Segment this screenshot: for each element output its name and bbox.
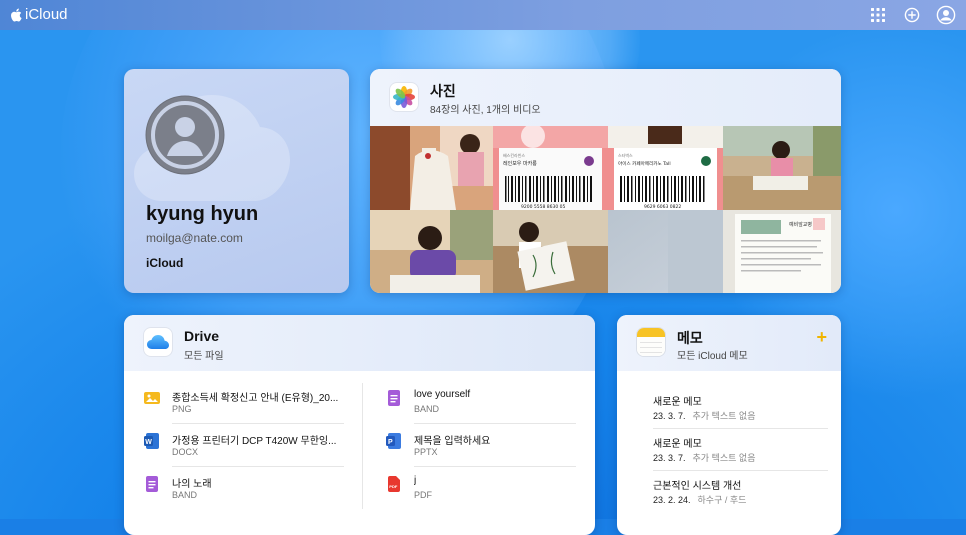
file-type: PPTX <box>414 447 438 457</box>
brand-label: iCloud <box>25 6 68 23</box>
column-divider <box>362 383 363 509</box>
file-row[interactable]: PDF j PDF <box>386 467 576 510</box>
photo-thumbnail[interactable] <box>723 126 841 210</box>
notes-subtitle: 모든 iCloud 메모 <box>677 351 748 362</box>
coupon-item: 레인보우 마카롱 <box>503 160 537 167</box>
note-title: 근본적인 시스템 개선 <box>653 481 742 492</box>
photos-title: 사진 <box>430 83 456 99</box>
photo-thumbnail[interactable]: 예비앞교병 <box>723 210 841 293</box>
file-type: PNG <box>172 404 192 414</box>
svg-text:P: P <box>388 439 393 446</box>
top-bar: iCloud <box>0 0 966 30</box>
file-row[interactable]: 종합소득세 확정신고 안내 (E유형)_20... PNG <box>144 381 344 424</box>
notes-header: 메모 모든 iCloud 메모 + <box>617 315 841 371</box>
drive-title: Drive <box>184 328 220 344</box>
image-file-icon <box>144 392 160 404</box>
photos-card[interactable]: 사진 84장의 사진, 1개의 비디오 배스킨라빈스 레인보우 마카롱 9200… <box>370 69 841 293</box>
apple-logo-icon <box>11 8 22 21</box>
powerpoint-file-icon: P <box>386 433 401 449</box>
photo-grid: 배스킨라빈스 레인보우 마카롱 9200 5558 8630 05 스타벅스 아… <box>370 126 841 293</box>
document-title: 예비앞교병 <box>789 221 812 228</box>
word-file-icon: W <box>144 433 159 449</box>
photos-header: 사진 84장의 사진, 1개의 비디오 <box>370 69 841 126</box>
icloud-home-link[interactable]: iCloud <box>10 6 68 23</box>
photo-thumbnail[interactable] <box>608 210 723 293</box>
svg-text:PDF: PDF <box>389 484 398 489</box>
note-preview: 추가 텍스트 없음 <box>692 411 756 421</box>
avatar <box>145 95 225 175</box>
file-name: love yourself <box>414 389 471 400</box>
drive-subtitle: 모든 파일 <box>184 351 224 362</box>
photos-app-icon <box>390 83 418 111</box>
file-row[interactable]: 나의 노래 BAND <box>144 467 344 510</box>
note-date: 23. 3. 7. <box>653 411 686 421</box>
note-item[interactable]: 새로운 메모 23. 3. 7. 추가 텍스트 없음 <box>653 429 828 471</box>
add-circle-icon[interactable] <box>902 5 922 25</box>
photo-thumbnail[interactable]: 스타벅스 아이스 카페아메리카노 Tall 9629 6063 0822 <box>608 126 723 210</box>
new-note-button[interactable]: + <box>816 327 827 348</box>
photo-thumbnail[interactable] <box>493 210 608 293</box>
note-date: 23. 3. 7. <box>653 453 686 463</box>
notes-title: 메모 <box>677 330 703 346</box>
drive-card[interactable]: Drive 모든 파일 종합소득세 확정신고 안내 (E유형)_20... PN… <box>124 315 595 535</box>
account-name: kyung hyun <box>146 203 259 225</box>
note-preview: 추가 텍스트 없음 <box>692 453 756 463</box>
file-type: DOCX <box>172 447 199 457</box>
svg-text:W: W <box>145 439 152 446</box>
photo-thumbnail[interactable] <box>370 126 493 210</box>
file-type: BAND <box>172 490 198 500</box>
file-name: 나의 노래 <box>172 479 212 490</box>
photo-thumbnail[interactable] <box>370 210 493 293</box>
coupon-brand: 배스킨라빈스 <box>503 152 525 158</box>
icloud-drive-icon <box>144 328 172 356</box>
coupon-item: 아이스 카페아메리카노 Tall <box>618 160 671 167</box>
coupon-brand: 스타벅스 <box>618 152 633 158</box>
account-service-label: iCloud <box>146 256 184 270</box>
note-date: 23. 2. 24. <box>653 495 691 505</box>
file-type: BAND <box>414 404 440 414</box>
file-row[interactable]: P 제목을 입력하세요 PPTX <box>386 424 576 467</box>
note-item[interactable]: 근본적인 시스템 개선 23. 2. 24. 하수구 / 후드 <box>653 471 828 513</box>
band-file-icon <box>146 476 158 492</box>
pdf-file-icon: PDF <box>388 476 400 492</box>
file-row[interactable]: love yourself BAND <box>386 381 576 424</box>
file-name: 제목을 입력하세요 <box>414 436 491 447</box>
app-grid-icon[interactable] <box>868 5 888 25</box>
file-row[interactable]: W 가정용 프린터기 DCP T420W 무한잉... DOCX <box>144 424 344 467</box>
notes-app-icon <box>637 328 665 356</box>
note-item[interactable]: 새로운 메모 23. 3. 7. 추가 텍스트 없음 <box>653 387 828 429</box>
notes-list: 새로운 메모 23. 3. 7. 추가 텍스트 없음 새로운 메모 23. 3. … <box>653 387 828 513</box>
note-title: 새로운 메모 <box>653 397 702 408</box>
drive-file-list: love yourself BAND P 제목을 입력하세요 PPTX PDF … <box>386 381 576 510</box>
file-type: PDF <box>414 490 432 500</box>
note-title: 새로운 메모 <box>653 439 702 450</box>
band-file-icon <box>388 390 400 406</box>
drive-file-list: 종합소득세 확정신고 안내 (E유형)_20... PNG W 가정용 프린터기… <box>144 381 344 510</box>
file-name: j <box>414 475 417 486</box>
photo-thumbnail[interactable]: 배스킨라빈스 레인보우 마카롱 9200 5558 8630 05 <box>493 126 608 210</box>
account-icon[interactable] <box>936 5 956 25</box>
notes-card[interactable]: 메모 모든 iCloud 메모 + 새로운 메모 23. 3. 7. 추가 텍스트… <box>617 315 841 535</box>
account-card[interactable]: kyung hyun moilga@nate.com iCloud <box>124 69 349 293</box>
file-name: 가정용 프린터기 DCP T420W 무한잉... <box>172 436 337 447</box>
note-preview: 하수구 / 후드 <box>697 495 747 505</box>
account-email: moilga@nate.com <box>146 231 243 245</box>
drive-header: Drive 모든 파일 <box>124 315 595 371</box>
file-name: 종합소득세 확정신고 안내 (E유형)_20... <box>172 393 339 404</box>
photos-subtitle: 84장의 사진, 1개의 비디오 <box>430 105 541 116</box>
